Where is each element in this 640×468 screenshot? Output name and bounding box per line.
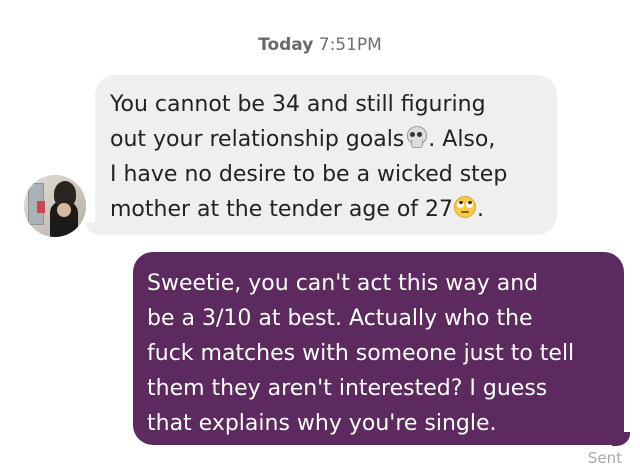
avatar-figure-shoulder xyxy=(57,203,71,217)
message-timestamp: Today 7:51PM xyxy=(0,34,640,56)
message-status: Sent xyxy=(587,449,622,467)
sender-avatar[interactable] xyxy=(24,175,86,237)
avatar-hanging-cloth xyxy=(37,201,45,213)
sent-message-text: Sweetie, you can't act this way and be a… xyxy=(147,271,575,436)
face-with-rolling-eyes-icon xyxy=(453,195,477,219)
skull-icon xyxy=(404,125,428,149)
timestamp-day: Today xyxy=(258,35,314,55)
received-message-bubble[interactable]: You cannot be 34 and still figuring out … xyxy=(95,75,557,235)
sent-message-bubble[interactable]: Sweetie, you can't act this way and be a… xyxy=(133,252,624,445)
received-message-text-3: . xyxy=(477,197,485,222)
timestamp-time: 7:51PM xyxy=(318,35,382,55)
